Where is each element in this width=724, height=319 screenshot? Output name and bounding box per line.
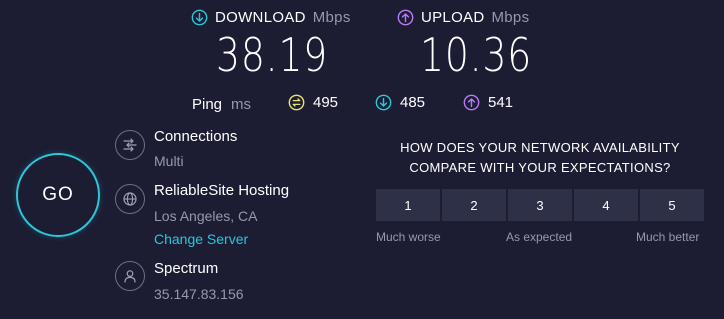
rating-option-1[interactable]: 1 <box>376 189 440 221</box>
connections-title: Connections <box>154 128 238 145</box>
rating-label-low: Much worse <box>376 230 441 244</box>
survey-question-line-1: HOW DOES YOUR NETWORK AVAILABILITY <box>400 140 680 155</box>
ping-download-icon <box>375 94 392 111</box>
rating-option-4[interactable]: 4 <box>574 189 638 221</box>
ping-idle: 495 <box>288 94 338 111</box>
rating-option-5[interactable]: 5 <box>640 189 704 221</box>
change-server-link[interactable]: Change Server <box>154 231 248 247</box>
ping-label: Ping <box>192 95 223 113</box>
provider-name: Spectrum <box>154 260 219 277</box>
provider-ip: 35.147.83.156 <box>154 286 244 302</box>
ping-row: Ping ms <box>192 94 251 114</box>
ping-download: 485 <box>375 94 425 111</box>
globe-icon <box>115 184 145 214</box>
download-header: DOWNLOAD Mbps <box>191 9 351 26</box>
user-icon <box>115 261 145 291</box>
server-location: Los Angeles, CA <box>154 208 258 224</box>
ping-idle-icon <box>288 94 305 111</box>
ping-idle-value: 495 <box>313 94 339 111</box>
download-speed-value: 38.19 <box>216 28 329 82</box>
go-button-label: GO <box>42 184 74 205</box>
survey-question-line-2: COMPARE WITH YOUR EXPECTATIONS? <box>409 160 671 175</box>
connections-value: Multi <box>154 153 184 169</box>
upload-header: UPLOAD Mbps <box>397 9 529 26</box>
survey-question: HOW DOES YOUR NETWORK AVAILABILITY COMPA… <box>375 138 705 178</box>
server-name: ReliableSite Hosting <box>154 182 290 199</box>
upload-label: UPLOAD <box>421 9 485 26</box>
rating-label-mid: As expected <box>506 230 573 244</box>
ping-upload: 541 <box>463 94 513 111</box>
rating-scale: 1 2 3 4 5 <box>376 189 704 221</box>
download-unit: Mbps <box>312 9 351 26</box>
connections-icon <box>115 130 145 160</box>
go-button[interactable]: GO <box>16 153 100 237</box>
rating-option-2[interactable]: 2 <box>442 189 506 221</box>
download-label: DOWNLOAD <box>215 9 306 26</box>
ping-download-value: 485 <box>400 94 426 111</box>
ping-unit: ms <box>231 95 252 113</box>
upload-speed-value: 10.36 <box>420 28 533 82</box>
download-arrow-icon <box>191 9 208 26</box>
rating-label-high: Much better <box>636 230 700 244</box>
upload-unit: Mbps <box>491 9 530 26</box>
rating-option-3[interactable]: 3 <box>508 189 572 221</box>
upload-arrow-icon <box>397 9 414 26</box>
ping-upload-icon <box>463 94 480 111</box>
ping-upload-value: 541 <box>488 94 514 111</box>
